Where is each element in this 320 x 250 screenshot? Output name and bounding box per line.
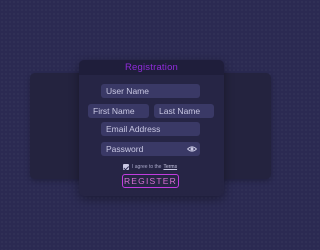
registration-scene: Registration User Name First Name Last N… xyxy=(0,0,300,250)
password-field[interactable]: Password xyxy=(101,142,200,156)
card-title: Registration xyxy=(79,60,224,75)
email-field[interactable]: Email Address xyxy=(101,122,200,136)
registration-card: Registration User Name First Name Last N… xyxy=(79,60,224,196)
terms-text: I agree to the xyxy=(132,164,162,170)
last-name-field[interactable]: Last Name xyxy=(154,104,214,118)
username-field[interactable]: User Name xyxy=(101,84,200,98)
terms-checkbox[interactable] xyxy=(123,164,129,170)
terms-link[interactable]: Terms xyxy=(163,163,177,171)
first-name-field[interactable]: First Name xyxy=(88,104,149,118)
eye-icon[interactable] xyxy=(187,144,197,154)
password-placeholder: Password xyxy=(106,144,144,154)
terms-row: I agree to the Terms xyxy=(123,163,177,171)
register-button[interactable]: REGISTER xyxy=(122,174,179,188)
